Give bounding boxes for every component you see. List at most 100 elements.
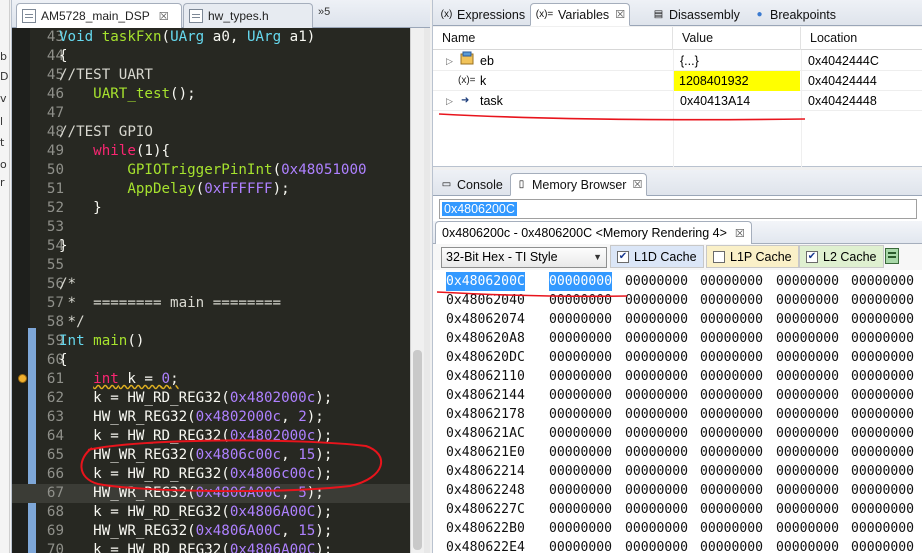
code-line[interactable]: 69 HW_WR_REG32(0x4806A00C, 15); <box>12 522 412 541</box>
memory-word[interactable]: 00000000 <box>625 405 688 424</box>
memory-word[interactable]: 00000000 <box>700 386 763 405</box>
memory-word[interactable]: 00000000 <box>776 405 839 424</box>
tab-breakpoints[interactable]: ● Breakpoints <box>748 3 841 26</box>
expand-toggle-icon[interactable]: ▷ <box>446 51 453 71</box>
memory-word[interactable]: 00000000 <box>776 500 839 519</box>
memory-word[interactable]: 00000000 <box>625 329 688 348</box>
memory-row[interactable]: 0x48062248 00000000 00000000 00000000 000000… <box>433 481 922 500</box>
memory-row[interactable]: 0x480620A8 00000000 00000000 00000000 000000… <box>433 329 922 348</box>
memory-map-icon[interactable] <box>885 248 899 264</box>
memory-word[interactable]: 00000000 <box>776 424 839 443</box>
code-line[interactable]: 57 * ======== main ======== <box>12 294 412 313</box>
code-line[interactable]: 56/* <box>12 275 412 294</box>
memory-word[interactable]: 00000000 <box>625 291 688 310</box>
memory-word[interactable]: 00000000 <box>700 443 763 462</box>
memory-word[interactable]: 00000000 <box>549 405 612 424</box>
l1d-cache-checkbox[interactable]: ✔ L1D Cache <box>610 245 704 268</box>
l2-cache-checkbox[interactable]: ✔ L2 Cache <box>799 245 884 268</box>
memory-word[interactable]: 00000000 <box>851 424 914 443</box>
memory-word[interactable]: 00000000 <box>549 329 612 348</box>
memory-word[interactable]: 00000000 <box>851 348 914 367</box>
memory-word[interactable]: 00000000 <box>776 462 839 481</box>
memory-row[interactable]: 0x480621E0 00000000 00000000 00000000 000000… <box>433 443 922 462</box>
memory-word[interactable]: 00000000 <box>625 310 688 329</box>
memory-word[interactable]: 00000000 <box>549 386 612 405</box>
tab-am5728-main-dsp[interactable]: AM5728_main_DSP ☒ <box>16 3 182 28</box>
memory-word[interactable]: 00000000 <box>776 272 839 291</box>
memory-word[interactable]: 00000000 <box>549 367 612 386</box>
editor-vertical-scrollbar[interactable] <box>410 28 424 553</box>
code-area[interactable]: ⇨ 43Void taskFxn(UArg a0, UArg a1)44{45/… <box>12 28 430 553</box>
code-line[interactable]: 53 <box>12 218 412 237</box>
memory-row[interactable]: 0x48062074 00000000 00000000 00000000 000000… <box>433 310 922 329</box>
memory-word[interactable]: 00000000 <box>625 272 688 291</box>
memory-word[interactable]: 00000000 <box>776 386 839 405</box>
memory-word[interactable]: 00000000 <box>700 481 763 500</box>
tab-memory-browser[interactable]: ▯ Memory Browser ☒ <box>510 173 648 196</box>
memory-word[interactable]: 00000000 <box>549 424 612 443</box>
format-select[interactable]: 32-Bit Hex - TI Style ▼ <box>441 247 607 268</box>
memory-word[interactable]: 00000000 <box>549 310 612 329</box>
code-line[interactable]: 61 int k = 0; <box>12 370 412 389</box>
code-line[interactable]: 68 k = HW_RD_REG32(0x4806A00C); <box>12 503 412 522</box>
memory-word[interactable]: 00000000 <box>625 386 688 405</box>
memory-word[interactable]: 00000000 <box>776 443 839 462</box>
code-line[interactable]: 60{ <box>12 351 412 370</box>
memory-word[interactable]: 00000000 <box>851 272 914 291</box>
l1p-cache-checkbox[interactable]: L1P Cache <box>706 245 799 268</box>
memory-row[interactable]: 0x480622B0 00000000 00000000 00000000 000000… <box>433 519 922 538</box>
memory-word[interactable]: 00000000 <box>549 538 612 553</box>
memory-word[interactable]: 00000000 <box>776 310 839 329</box>
variable-row-k[interactable]: (x)= k 1208401932 0x40424444 <box>433 71 922 91</box>
scrollbar-thumb[interactable] <box>413 350 422 550</box>
code-line[interactable]: 66 k = HW_RD_REG32(0x4806c00c); <box>12 465 412 484</box>
close-icon[interactable]: ☒ <box>735 227 745 240</box>
code-line[interactable]: 67 HW_WR_REG32(0x4806A00C, 5); <box>12 484 412 503</box>
memory-word[interactable]: 00000000 <box>776 329 839 348</box>
memory-word[interactable]: 00000000 <box>700 538 763 553</box>
expand-toggle-icon[interactable]: ▷ <box>446 91 453 111</box>
memory-word[interactable]: 00000000 <box>625 367 688 386</box>
memory-word[interactable]: 00000000 <box>549 291 612 310</box>
tab-hw-types-h[interactable]: hw_types.h <box>183 3 313 28</box>
code-line[interactable]: 65 HW_WR_REG32(0x4806c00c, 15); <box>12 446 412 465</box>
memory-word[interactable]: 00000000 <box>625 519 688 538</box>
memory-word[interactable]: 00000000 <box>776 538 839 553</box>
memory-row[interactable]: 0x480620DC 00000000 00000000 00000000 000000… <box>433 348 922 367</box>
memory-word[interactable]: 00000000 <box>700 405 763 424</box>
memory-word[interactable]: 00000000 <box>776 367 839 386</box>
memory-word[interactable]: 00000000 <box>625 462 688 481</box>
memory-word[interactable]: 00000000 <box>625 443 688 462</box>
memory-address-input[interactable]: 0x4806200C <box>439 199 917 219</box>
memory-word[interactable]: 00000000 <box>625 348 688 367</box>
memory-word[interactable]: 00000000 <box>700 462 763 481</box>
memory-word[interactable]: 00000000 <box>851 519 914 538</box>
memory-word[interactable]: 00000000 <box>851 481 914 500</box>
memory-word[interactable]: 00000000 <box>625 538 688 553</box>
code-line[interactable]: 49 while(1){ <box>12 142 412 161</box>
memory-word[interactable]: 00000000 <box>851 329 914 348</box>
column-header-name[interactable]: Name <box>433 27 673 50</box>
memory-word[interactable]: 00000000 <box>625 481 688 500</box>
code-line[interactable]: 62 k = HW_RD_REG32(0x4802000c); <box>12 389 412 408</box>
memory-word[interactable]: 00000000 <box>700 291 763 310</box>
code-line[interactable]: 51 AppDelay(0xFFFFFF); <box>12 180 412 199</box>
code-line[interactable]: 50 GPIOTriggerPinInt(0x48051000 <box>12 161 412 180</box>
code-line[interactable]: 63 HW_WR_REG32(0x4802000c, 2); <box>12 408 412 427</box>
more-tabs-button[interactable]: »5 <box>318 6 330 18</box>
memory-row[interactable]: 0x4806200C 00000000 00000000 00000000 000000… <box>433 272 922 291</box>
memory-row[interactable]: 0x480621AC 00000000 00000000 00000000 000000… <box>433 424 922 443</box>
code-line[interactable]: 52 } <box>12 199 412 218</box>
close-icon[interactable]: ☒ <box>615 8 625 21</box>
column-header-location[interactable]: Location <box>801 27 922 50</box>
code-line[interactable]: 58 */ <box>12 313 412 332</box>
memory-word[interactable]: 00000000 <box>700 367 763 386</box>
memory-word[interactable]: 00000000 <box>549 462 612 481</box>
code-line[interactable]: 43 Void taskFxn(UArg a0, UArg a1) <box>12 28 412 47</box>
code-line[interactable]: 46 UART_test(); <box>12 85 412 104</box>
memory-word[interactable]: 00000000 <box>549 519 612 538</box>
memory-word[interactable]: 00000000 <box>700 348 763 367</box>
tab-console[interactable]: ▭ Console <box>435 173 508 196</box>
memory-word[interactable]: 00000000 <box>700 519 763 538</box>
code-line[interactable]: 45//TEST UART <box>12 66 412 85</box>
